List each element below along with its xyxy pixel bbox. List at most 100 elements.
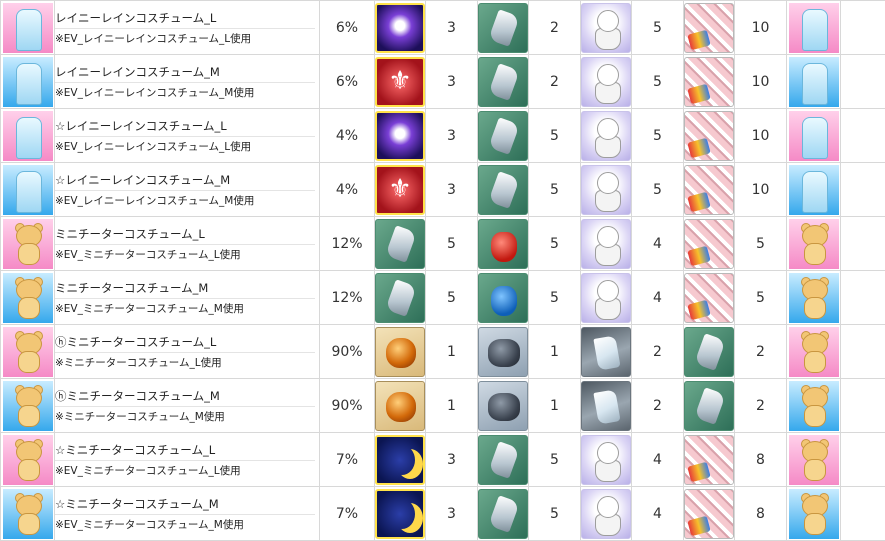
material-count: 2 <box>631 324 684 379</box>
material-count: 1 <box>528 324 581 379</box>
costume-requirement: ※EV_ミニチーターコスチューム_L使用 <box>55 249 241 261</box>
orange-ore-icon <box>375 380 425 431</box>
bear-costume-icon <box>2 272 53 323</box>
bear-costume-icon <box>2 380 53 431</box>
material-cell <box>580 216 632 271</box>
material-count: 3 <box>425 108 478 163</box>
material-cell <box>683 162 735 217</box>
costume-cell <box>0 378 55 433</box>
doll-icon <box>581 272 631 323</box>
material-cell <box>683 0 735 55</box>
doll-icon <box>581 488 631 539</box>
red-bag-icon <box>478 218 528 269</box>
material-count: 5 <box>528 432 581 487</box>
material-count: 5 <box>631 108 684 163</box>
costume-name-cell: ⓗミニチーターコスチューム_L ※ミニチーターコスチューム_L使用 <box>54 324 320 379</box>
costume-name-cell: ☆ミニチーターコスチューム_L ※EV_ミニチーターコスチューム_L使用 <box>54 432 320 487</box>
empty-cell <box>840 108 885 163</box>
table-row: レイニーレインコスチューム_M ※EV_レイニーレインコスチューム_M使用 6% ⚜ 3… <box>0 54 885 109</box>
empty-cell <box>840 324 885 379</box>
material-count: 3 <box>425 432 478 487</box>
cloth-icon <box>684 488 734 539</box>
material-cell: ⚜ <box>374 162 426 217</box>
rain-costume-icon <box>2 56 53 107</box>
material-cell <box>477 432 529 487</box>
empty-cell <box>840 54 885 109</box>
dark-rock-icon <box>478 326 528 377</box>
bear-costume-icon <box>788 434 839 485</box>
material-count: 3 <box>425 486 478 541</box>
costume-requirement: ※EV_レイニーレインコスチューム_M使用 <box>55 87 255 99</box>
table-row: ☆レイニーレインコスチューム_L ※EV_レイニーレインコスチューム_L使用 4% 3… <box>0 108 885 163</box>
table-row: ⓗミニチーターコスチューム_M ※ミニチーターコスチューム_M使用 90% 1 1 2 2 <box>0 378 885 433</box>
costume-name: ⓗミニチーターコスチューム_L <box>55 333 315 353</box>
result-costume-cell <box>786 270 841 325</box>
material-count: 4 <box>631 216 684 271</box>
empty-cell <box>840 0 885 55</box>
success-rate: 7% <box>319 432 375 487</box>
empty-cell <box>840 162 885 217</box>
rain-costume-icon <box>788 56 839 107</box>
material-count: 5 <box>734 270 787 325</box>
costume-cell <box>0 324 55 379</box>
bear-costume-icon <box>788 326 839 377</box>
empty-cell <box>840 378 885 433</box>
success-rate: 6% <box>319 54 375 109</box>
empty-cell <box>840 432 885 487</box>
material-count: 1 <box>425 378 478 433</box>
material-count: 10 <box>734 108 787 163</box>
material-cell <box>580 162 632 217</box>
green-crystal-icon <box>684 380 734 431</box>
green-crystal-icon <box>478 2 528 53</box>
bear-costume-icon <box>2 434 53 485</box>
bear-costume-icon <box>2 218 53 269</box>
material-count: 4 <box>631 270 684 325</box>
material-count: 10 <box>734 54 787 109</box>
costume-name-cell: レイニーレインコスチューム_M ※EV_レイニーレインコスチューム_M使用 <box>54 54 320 109</box>
cloth-icon <box>684 218 734 269</box>
costume-cell <box>0 270 55 325</box>
costume-name: ☆ミニチーターコスチューム_M <box>55 495 315 515</box>
result-costume-cell <box>786 486 841 541</box>
success-rate: 90% <box>319 324 375 379</box>
costume-cell <box>0 432 55 487</box>
material-cell <box>683 270 735 325</box>
costume-cell <box>0 108 55 163</box>
material-cell <box>477 54 529 109</box>
material-cell <box>477 270 529 325</box>
costume-name-cell: ☆レイニーレインコスチューム_L ※EV_レイニーレインコスチューム_L使用 <box>54 108 320 163</box>
cloth-icon <box>684 164 734 215</box>
costume-name: レイニーレインコスチューム_L <box>55 9 315 29</box>
material-count: 3 <box>425 54 478 109</box>
material-cell <box>683 378 735 433</box>
doll-icon <box>581 434 631 485</box>
result-costume-cell <box>786 432 841 487</box>
material-cell <box>580 54 632 109</box>
material-cell <box>477 162 529 217</box>
costume-requirement: ※EV_ミニチーターコスチューム_M使用 <box>55 519 244 531</box>
material-count: 5 <box>528 162 581 217</box>
rain-costume-icon <box>788 110 839 161</box>
purple-orb-icon <box>375 2 425 53</box>
cloth-icon <box>684 56 734 107</box>
costume-name: レイニーレインコスチューム_M <box>55 63 315 83</box>
result-costume-cell <box>786 0 841 55</box>
doll-icon <box>581 164 631 215</box>
material-cell <box>683 324 735 379</box>
empty-cell <box>840 216 885 271</box>
green-crystal-icon <box>684 326 734 377</box>
costume-name: ミニチーターコスチューム_L <box>55 225 315 245</box>
material-count: 5 <box>528 108 581 163</box>
costume-requirement: ※ミニチーターコスチューム_L使用 <box>55 357 222 369</box>
material-cell <box>477 216 529 271</box>
material-cell <box>683 432 735 487</box>
material-cell <box>580 378 632 433</box>
moon-icon <box>375 488 425 539</box>
material-cell <box>374 216 426 271</box>
material-count: 5 <box>631 54 684 109</box>
bear-costume-icon <box>788 218 839 269</box>
costume-cell <box>0 0 55 55</box>
costume-name-cell: ミニチーターコスチューム_M ※EV_ミニチーターコスチューム_M使用 <box>54 270 320 325</box>
success-rate: 12% <box>319 270 375 325</box>
material-count: 1 <box>528 378 581 433</box>
